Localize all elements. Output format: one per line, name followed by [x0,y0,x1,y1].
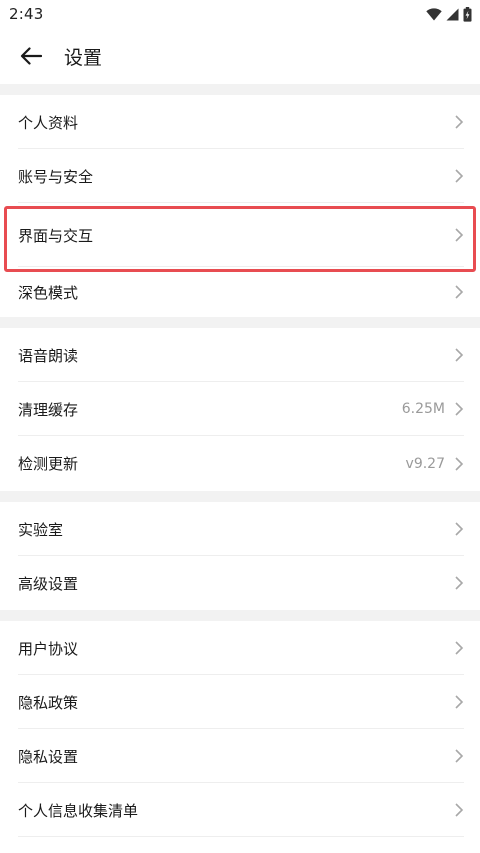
section-divider [0,317,480,328]
chevron-right-icon [455,456,464,471]
settings-item-user-agreement[interactable]: 用户协议 [0,621,480,675]
settings-item-personal-info-list[interactable]: 个人信息收集清单 [0,783,480,837]
settings-item-label: 语音朗读 [18,346,79,365]
section-divider [0,491,480,502]
settings-item-clear-cache[interactable]: 清理缓存 6.25M [0,382,480,436]
settings-item-profile[interactable]: 个人资料 [0,95,480,149]
chevron-right-icon [455,749,464,763]
version-value: v9.27 [405,455,445,472]
section-divider [0,610,480,621]
settings-item-label: 隐私政策 [18,693,79,712]
chevron-right-icon [455,803,464,817]
settings-item-label: 用户协议 [18,639,79,658]
battery-charging-icon [463,6,472,22]
settings-item-label: 高级设置 [18,574,79,593]
section-divider [0,84,480,95]
cache-size-value: 6.25M [401,401,445,417]
chevron-right-icon [455,115,464,129]
settings-item-dark-mode[interactable]: 深色模式 [0,267,480,317]
settings-item-label: 检测更新 [18,455,79,473]
chevron-right-icon [455,285,464,299]
cellular-signal-icon [446,8,459,20]
settings-item-label: 深色模式 [18,283,79,302]
chevron-right-icon [455,641,464,655]
page-title: 设置 [64,46,103,69]
settings-group-legal: 用户协议 隐私政策 隐私设置 个人信息收集清单 [0,621,480,837]
arrow-left-icon [20,47,42,65]
settings-item-label: 清理缓存 [18,400,79,419]
settings-item-label: 个人资料 [18,113,79,132]
settings-group-advanced: 实验室 高级设置 [0,502,480,610]
chevron-right-icon [455,169,464,183]
settings-item-label: 隐私设置 [18,747,79,766]
chevron-right-icon [455,576,464,590]
settings-item-privacy-settings[interactable]: 隐私设置 [0,729,480,783]
settings-item-lab[interactable]: 实验室 [0,502,480,556]
chevron-right-icon [455,522,464,536]
settings-item-account-security[interactable]: 账号与安全 [0,149,480,203]
row-divider [18,836,464,837]
settings-item-label: 账号与安全 [18,167,94,186]
settings-item-interface-interaction[interactable]: 界面与交互 [0,203,480,267]
settings-item-privacy-policy[interactable]: 隐私政策 [0,675,480,729]
settings-item-advanced-settings[interactable]: 高级设置 [0,556,480,610]
header: 设置 [0,28,480,84]
wifi-icon [426,7,442,20]
settings-item-voice-reading[interactable]: 语音朗读 [0,328,480,382]
settings-item-label: 个人信息收集清单 [18,801,139,820]
settings-group-general: 语音朗读 清理缓存 6.25M 检测更新 v9.27 [0,328,480,491]
chevron-right-icon [455,695,464,709]
chevron-right-icon [455,402,464,416]
settings-item-label: 实验室 [18,520,64,539]
status-icons [426,6,472,22]
settings-item-label: 界面与交互 [18,226,94,245]
back-button[interactable] [16,41,46,71]
chevron-right-icon [455,228,464,242]
chevron-right-icon [455,348,464,362]
status-time: 2:43 [9,5,44,23]
status-bar: 2:43 [0,0,480,28]
settings-group-account: 个人资料 账号与安全 界面与交互 深色模式 [0,95,480,317]
settings-item-check-update[interactable]: 检测更新 v9.27 [0,436,480,491]
